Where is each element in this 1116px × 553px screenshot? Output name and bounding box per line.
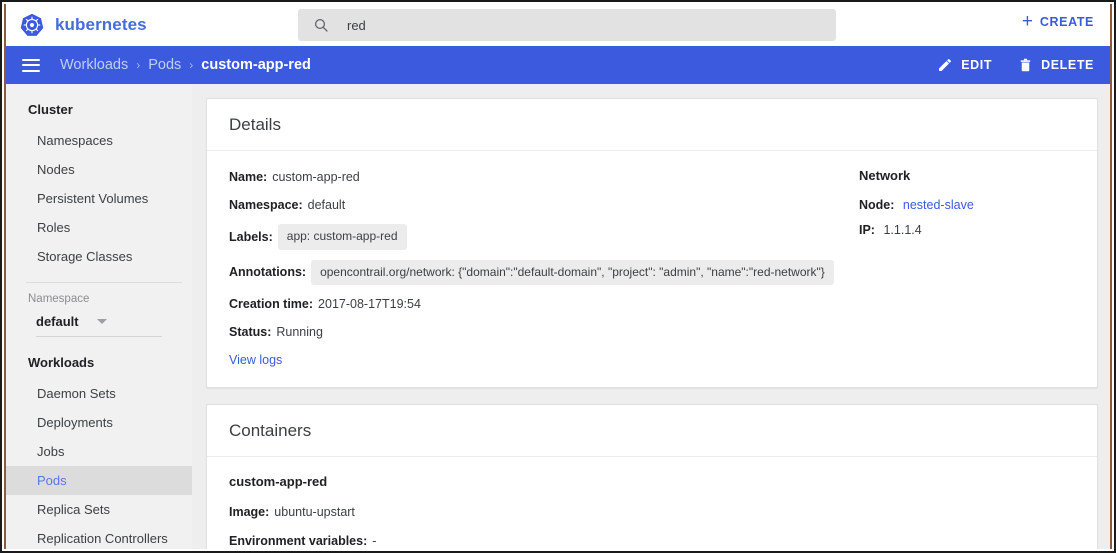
breadcrumb: Workloads › Pods › custom-app-red [60, 57, 311, 73]
delete-button-label: DELETE [1041, 58, 1094, 72]
container-value-image: ubuntu-upstart [274, 505, 355, 520]
network-section-title: Network [859, 168, 911, 183]
network-column: Network Node: nested-slave IP: 1.1.1.4 [843, 168, 1075, 369]
kubernetes-dashboard-window: kubernetes red + CREATE Workloads › Pods… [0, 0, 1116, 553]
sidebar-item-deployments[interactable]: Deployments [6, 408, 192, 437]
sidebar-item-storage-classes[interactable]: Storage Classes [6, 242, 192, 271]
namespace-select-value: default [36, 314, 79, 329]
chevron-down-icon [96, 319, 107, 324]
content-area: Details Name: custom-app-red Namespace: … [192, 84, 1110, 549]
sidebar-item-nodes[interactable]: Nodes [6, 155, 192, 184]
top-toolbar: kubernetes red + CREATE [6, 4, 1110, 46]
detail-row-namespace: Namespace: default [229, 196, 843, 214]
sidebar-item-pods[interactable]: Pods [6, 466, 192, 495]
pencil-icon [939, 59, 952, 71]
namespace-label: Namespace [28, 293, 90, 305]
detail-key-annotations: Annotations: [229, 265, 307, 280]
details-card-title: Details [207, 99, 1097, 151]
delete-button[interactable]: DELETE [1018, 57, 1094, 73]
detail-key-creation-time: Creation time: [229, 297, 314, 312]
detail-row-name: Name: custom-app-red [229, 168, 843, 186]
sidebar-section-workloads-title: Workloads [28, 355, 95, 370]
detail-row-view-logs: View logs [229, 351, 843, 369]
network-key-ip: IP: [859, 223, 875, 237]
network-row-ip: IP: 1.1.1.4 [859, 223, 1075, 237]
create-button[interactable]: + CREATE [1021, 11, 1094, 32]
detail-value-namespace: default [307, 198, 346, 213]
brand-logo-area[interactable]: kubernetes [20, 13, 147, 37]
window-frame: kubernetes red + CREATE Workloads › Pods… [4, 4, 1112, 549]
detail-value-creation-time: 2017-08-17T19:54 [318, 297, 421, 312]
network-row-node: Node: nested-slave [859, 198, 1075, 212]
breadcrumb-actions: EDIT DELETE [937, 46, 1094, 84]
detail-key-namespace: Namespace: [229, 198, 303, 213]
sidebar-item-persistent-volumes[interactable]: Persistent Volumes [6, 184, 192, 213]
breadcrumb-separator: › [189, 58, 194, 72]
hamburger-menu-icon[interactable] [22, 58, 40, 72]
sidebar-item-daemon-sets[interactable]: Daemon Sets [6, 379, 192, 408]
search-input-value: red [347, 17, 366, 33]
plus-icon: + [1021, 11, 1033, 32]
network-key-node: Node: [859, 198, 895, 212]
detail-row-labels: Labels: app: custom-app-red [229, 224, 843, 250]
edit-button[interactable]: EDIT [937, 57, 992, 73]
brand-name: kubernetes [55, 15, 147, 34]
container-row-image: Image: ubuntu-upstart [229, 503, 1075, 521]
details-card-body: Name: custom-app-red Namespace: default … [207, 151, 1097, 387]
sidebar-item-namespaces[interactable]: Namespaces [6, 126, 192, 155]
namespace-select[interactable]: default [36, 314, 162, 337]
label-chip[interactable]: app: custom-app-red [277, 224, 407, 250]
breadcrumb-item-current: custom-app-red [201, 57, 311, 73]
breadcrumb-separator: › [136, 58, 141, 72]
container-main-column: custom-app-red Image: ubuntu-upstart Env… [229, 474, 1075, 549]
container-row-env: Environment variables: - [229, 532, 1075, 549]
container-key-env: Environment variables: [229, 533, 368, 548]
network-value-ip: 1.1.1.4 [883, 223, 922, 237]
breadcrumb-item-workloads[interactable]: Workloads [60, 57, 128, 73]
breadcrumb-bar: Workloads › Pods › custom-app-red EDIT D… [6, 46, 1110, 84]
status-badge: Running [276, 325, 323, 340]
detail-row-creation-time: Creation time: 2017-08-17T19:54 [229, 295, 843, 313]
sidebar-item-jobs[interactable]: Jobs [6, 437, 192, 466]
container-value-env: - [372, 533, 377, 548]
containers-card-title: Containers [207, 405, 1097, 458]
detail-row-status: Status: Running [229, 323, 843, 341]
detail-key-name: Name: [229, 170, 268, 184]
detail-key-status: Status: [229, 325, 272, 340]
containers-card-body: custom-app-red Image: ubuntu-upstart Env… [207, 457, 1097, 549]
details-main-column: Name: custom-app-red Namespace: default … [229, 168, 843, 369]
node-link[interactable]: nested-slave [903, 198, 974, 212]
sidebar-item-roles[interactable]: Roles [6, 213, 192, 242]
sidebar-section-cluster-title: Cluster [28, 102, 73, 117]
trash-icon [1020, 58, 1031, 72]
sidebar: Cluster Namespaces Nodes Persistent Volu… [6, 84, 192, 549]
create-button-label: CREATE [1039, 15, 1094, 29]
containers-card: Containers custom-app-red Image: ubuntu-… [206, 404, 1098, 549]
detail-row-annotations: Annotations: opencontrail.org/network: {… [229, 259, 843, 286]
detail-value-name: custom-app-red [272, 170, 360, 184]
breadcrumb-item-pods[interactable]: Pods [148, 57, 181, 73]
edit-button-label: EDIT [961, 58, 993, 72]
container-key-image: Image: [229, 505, 270, 520]
details-card: Details Name: custom-app-red Namespace: … [206, 98, 1098, 389]
kubernetes-helm-logo-icon [20, 13, 44, 36]
search-icon [314, 18, 328, 32]
container-name: custom-app-red [229, 474, 328, 490]
main-shell: Cluster Namespaces Nodes Persistent Volu… [6, 84, 1110, 549]
search-input[interactable]: red [298, 9, 836, 41]
sidebar-item-replica-sets[interactable]: Replica Sets [6, 495, 192, 524]
details-view-logs-link[interactable]: View logs [229, 351, 282, 369]
detail-key-labels: Labels: [229, 229, 273, 244]
annotation-chip[interactable]: opencontrail.org/network: {"domain":"def… [311, 259, 834, 286]
sidebar-item-replication-controllers[interactable]: Replication Controllers [6, 524, 192, 549]
